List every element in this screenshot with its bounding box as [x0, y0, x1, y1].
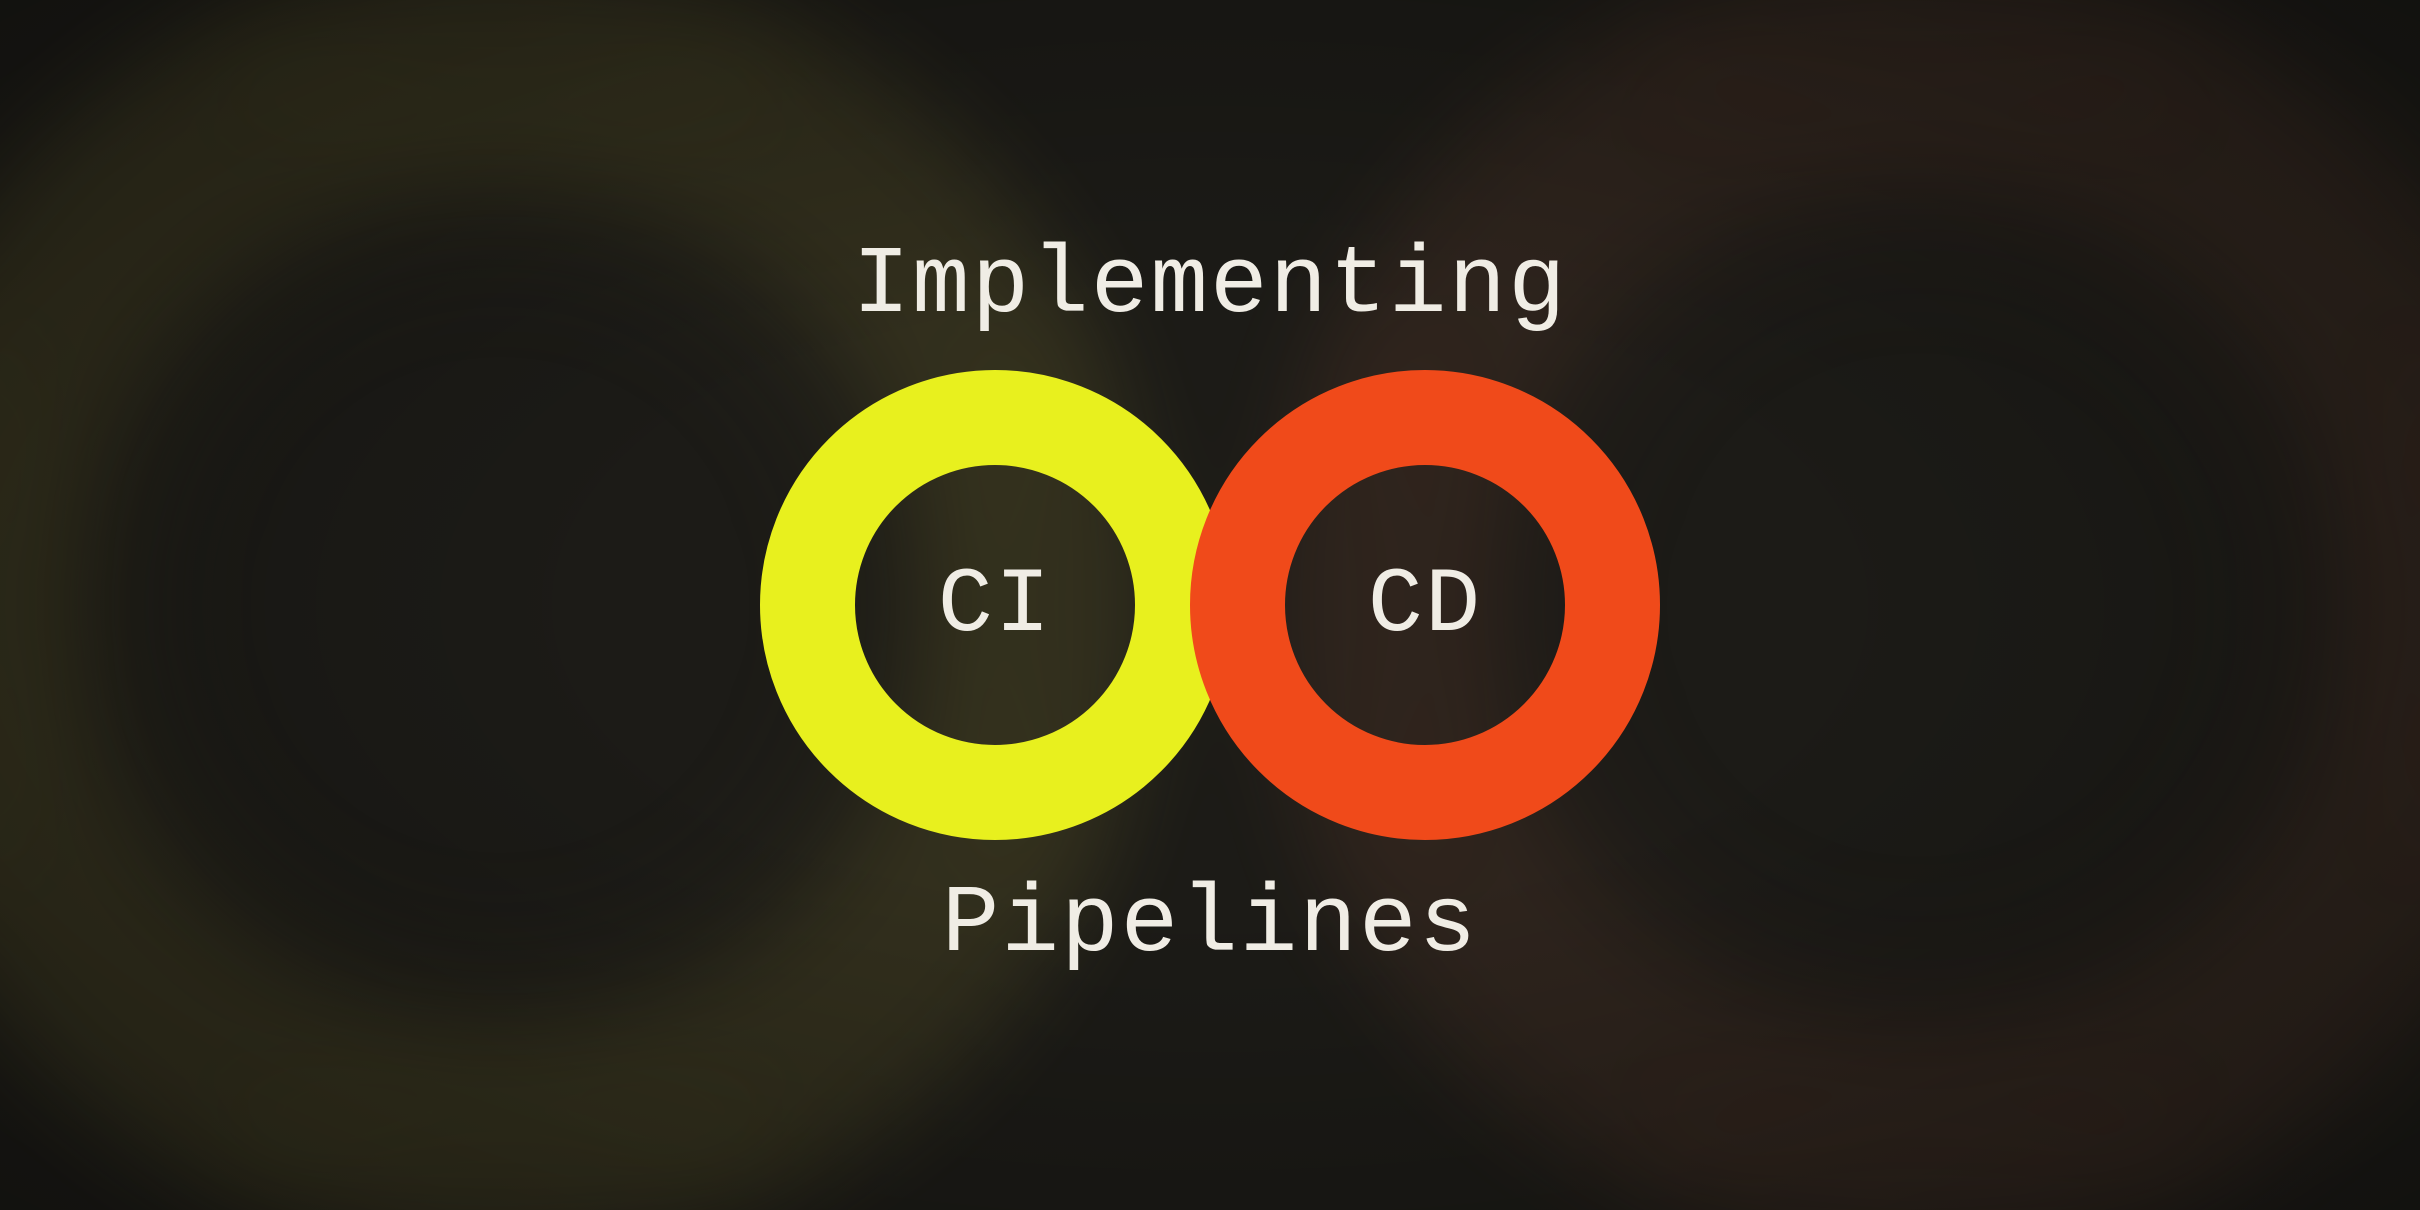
ci-ring: CI [760, 370, 1230, 840]
main-content: Implementing CI CD Pipelines [0, 0, 2420, 1210]
title-bottom: Pipelines [942, 870, 1478, 979]
ci-label: CI [938, 553, 1052, 658]
diagram-canvas: Implementing CI CD Pipelines [0, 0, 2420, 1210]
rings-container: CI CD [760, 370, 1660, 840]
title-top: Implementing [852, 231, 1567, 340]
cd-ring: CD [1190, 370, 1660, 840]
cd-label: CD [1368, 553, 1482, 658]
